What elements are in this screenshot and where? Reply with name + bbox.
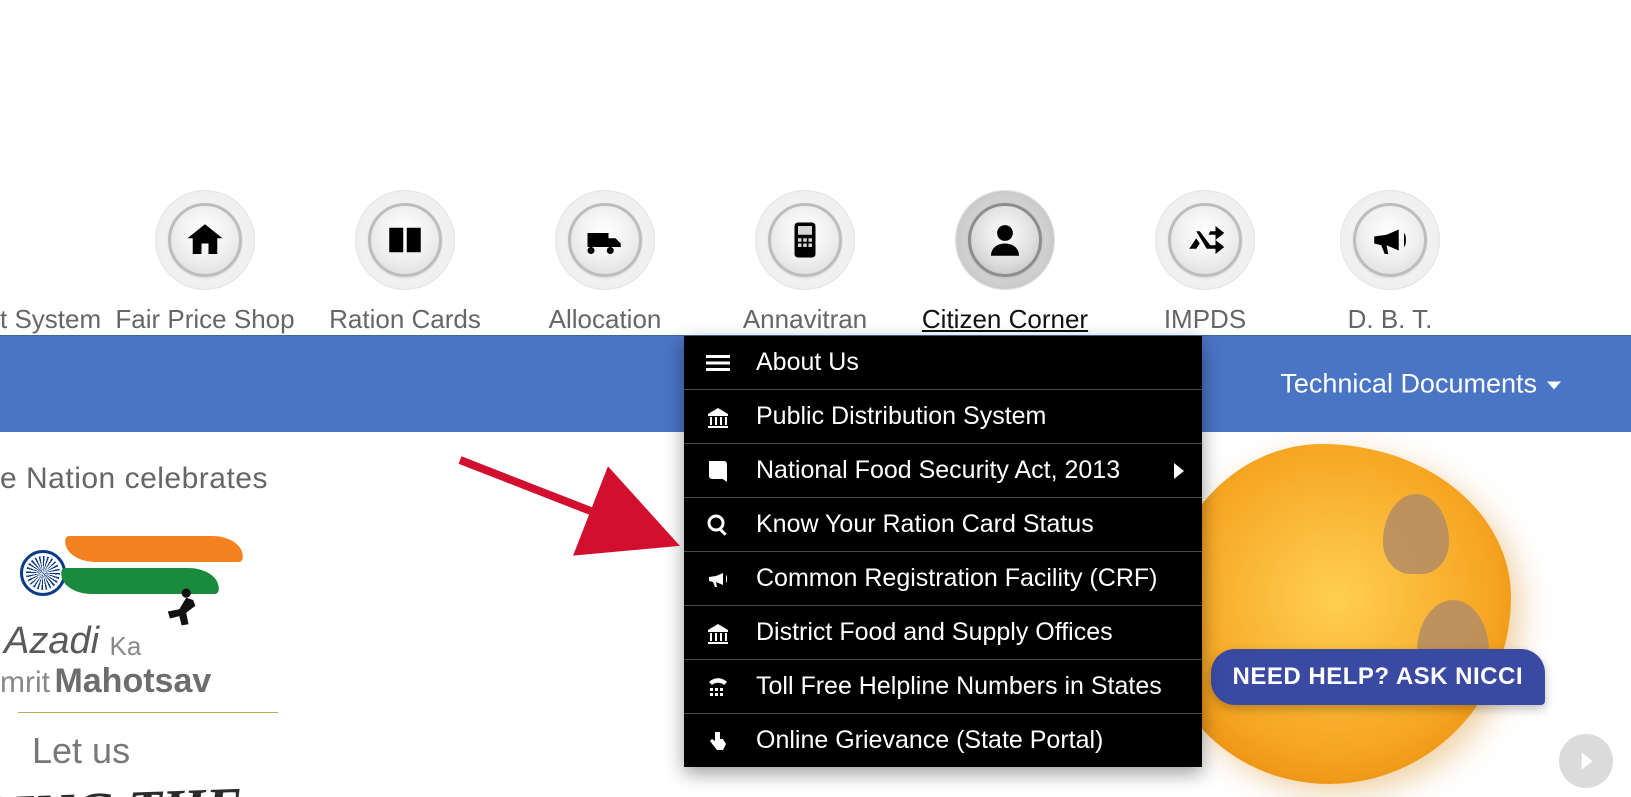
main-nav: t System Fair Price Shop Ration Cards Al… bbox=[0, 180, 1631, 335]
nav-label: IMPDS bbox=[1164, 304, 1246, 335]
home-icon bbox=[168, 203, 242, 277]
nav-label: Annavitran bbox=[743, 304, 867, 335]
dd-item-district-offices[interactable]: District Food and Supply Offices bbox=[684, 606, 1202, 660]
nav-label: t System bbox=[0, 304, 101, 335]
technical-documents-label: Technical Documents bbox=[1280, 369, 1537, 400]
top-blank-area bbox=[0, 0, 1631, 180]
let-us-text: Let us bbox=[32, 730, 130, 772]
person-icon bbox=[968, 203, 1042, 277]
azadi-text: Azadi Ka bbox=[4, 620, 141, 663]
mrit-text: mrit Mahotsav bbox=[0, 662, 211, 701]
citizen-corner-dropdown: About Us Public Distribution System Nati… bbox=[684, 336, 1202, 767]
nav-item-impds[interactable]: IMPDS bbox=[1105, 190, 1305, 335]
nav-label: Ration Cards bbox=[329, 304, 481, 335]
nav-label: Fair Price Shop bbox=[115, 304, 294, 335]
truck-icon bbox=[568, 203, 642, 277]
nav-icon-outer bbox=[955, 190, 1055, 290]
ashoka-chakra-icon bbox=[20, 550, 66, 596]
nav-item-dbt[interactable]: D. B. T. bbox=[1305, 190, 1475, 335]
nav-icon-outer bbox=[155, 190, 255, 290]
nav-icon-outer bbox=[1340, 190, 1440, 290]
nav-item-annavitran[interactable]: Annavitran bbox=[705, 190, 905, 335]
nav-icon-outer bbox=[555, 190, 655, 290]
dd-label: About Us bbox=[756, 348, 859, 377]
caret-down-icon bbox=[1547, 382, 1561, 390]
nav-label: Citizen Corner bbox=[922, 304, 1088, 335]
nav-icon-outer bbox=[755, 190, 855, 290]
dd-item-about-us[interactable]: About Us bbox=[684, 336, 1202, 390]
dd-label: Online Grievance (State Portal) bbox=[756, 726, 1103, 755]
carousel-next-button[interactable] bbox=[1559, 734, 1613, 788]
nav-icon-outer bbox=[355, 190, 455, 290]
need-help-label: NEED HELP? ASK NICCI bbox=[1233, 663, 1523, 690]
dd-item-helpline[interactable]: Toll Free Helpline Numbers in States bbox=[684, 660, 1202, 714]
nav-item-ration-cards[interactable]: Ration Cards bbox=[305, 190, 505, 335]
dd-item-know-ration-card-status[interactable]: Know Your Ration Card Status bbox=[684, 498, 1202, 552]
phone-tty-icon bbox=[704, 675, 732, 699]
shuffle-icon bbox=[1168, 203, 1242, 277]
nav-label: D. B. T. bbox=[1348, 304, 1433, 335]
sing-text: SING THE bbox=[0, 775, 244, 797]
mrit-main: mrit bbox=[0, 666, 50, 699]
need-help-button[interactable]: NEED HELP? ASK NICCI bbox=[1211, 649, 1545, 705]
dd-label: District Food and Supply Offices bbox=[756, 618, 1113, 647]
azadi-sub: Ka bbox=[110, 631, 142, 661]
dd-item-online-grievance[interactable]: Online Grievance (State Portal) bbox=[684, 714, 1202, 767]
nav-icon-outer bbox=[1155, 190, 1255, 290]
dd-item-nfsa[interactable]: National Food Security Act, 2013 bbox=[684, 444, 1202, 498]
nav-item-fair-price-shop[interactable]: Fair Price Shop bbox=[105, 190, 305, 335]
flag-saffron-stripe bbox=[62, 536, 246, 562]
book-icon bbox=[368, 203, 442, 277]
nav-item-citizen-corner[interactable]: Citizen Corner bbox=[905, 190, 1105, 335]
dd-label: Common Registration Facility (CRF) bbox=[756, 564, 1157, 593]
bullhorn-icon bbox=[1353, 203, 1427, 277]
dd-label: National Food Security Act, 2013 bbox=[756, 456, 1120, 485]
submenu-caret-icon bbox=[1174, 463, 1184, 479]
nav-item-system[interactable]: t System bbox=[0, 290, 105, 335]
mrit-strong: Mahotsav bbox=[54, 662, 211, 700]
technical-documents-link[interactable]: Technical Documents bbox=[1280, 369, 1561, 400]
dd-label: Public Distribution System bbox=[756, 402, 1046, 431]
pos-machine-icon bbox=[768, 203, 842, 277]
nav-item-allocation[interactable]: Allocation bbox=[505, 190, 705, 335]
dd-item-crf[interactable]: Common Registration Facility (CRF) bbox=[684, 552, 1202, 606]
menu-icon bbox=[704, 351, 732, 375]
hero-left: e Nation celebrates Azadi Ka mrit Mahots… bbox=[0, 462, 380, 797]
bullhorn-icon bbox=[704, 567, 732, 591]
nav-label: Allocation bbox=[549, 304, 662, 335]
hero-celebrates-text: e Nation celebrates bbox=[0, 462, 380, 496]
search-icon bbox=[704, 513, 732, 537]
runner-icon bbox=[154, 586, 200, 644]
chevron-right-icon bbox=[1573, 748, 1599, 774]
underline bbox=[18, 712, 278, 713]
azadi-main: Azadi bbox=[4, 620, 99, 662]
dd-label: Toll Free Helpline Numbers in States bbox=[756, 672, 1162, 701]
pointer-icon bbox=[704, 729, 732, 753]
book-icon bbox=[704, 459, 732, 483]
dd-label: Know Your Ration Card Status bbox=[756, 510, 1094, 539]
building-icon bbox=[704, 621, 732, 645]
dd-item-public-distribution-system[interactable]: Public Distribution System bbox=[684, 390, 1202, 444]
building-icon bbox=[704, 405, 732, 429]
